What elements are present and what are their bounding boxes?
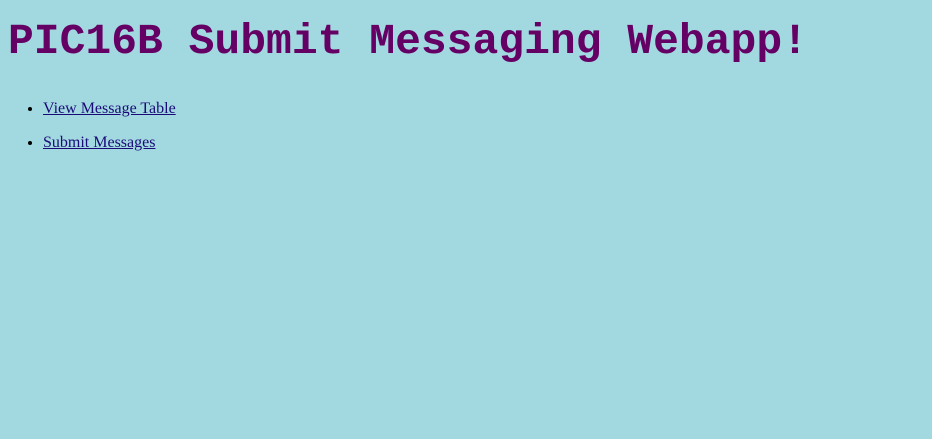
view-message-table-link[interactable]: View Message Table [43,100,176,117]
submit-messages-link[interactable]: Submit Messages [43,134,155,151]
nav-item-submit-messages: Submit Messages [43,129,176,156]
page-title: PIC16B Submit Messaging Webapp! [8,17,808,66]
nav-item-view-message-table: View Message Table [43,95,176,122]
nav-list: View Message Table Submit Messages [0,95,176,163]
